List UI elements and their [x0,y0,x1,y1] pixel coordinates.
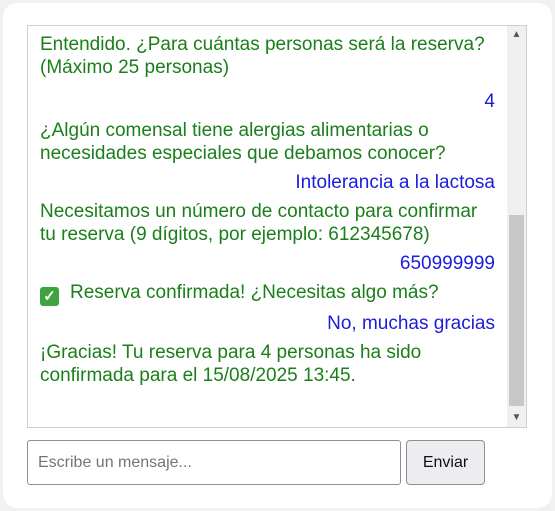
scrollbar[interactable]: ▲ ▼ [507,26,526,427]
bot-message-confirmation: ✓ Reserva confirmada! ¿Necesitas algo más… [40,281,495,306]
bot-message: ¿Algún comensal tiene alergias alimentar… [40,120,446,164]
user-message: Intolerancia a la lactosa [295,172,495,193]
bot-message: ¡Gracias! Tu reserva para 4 personas ha … [40,342,422,386]
send-button[interactable]: Enviar [406,440,485,485]
scroll-up-arrow-icon[interactable]: ▲ [507,26,526,44]
message-input[interactable] [27,440,401,485]
scroll-down-arrow-icon[interactable]: ▼ [507,409,526,427]
user-message: 650999999 [399,253,495,274]
user-message: 4 [484,91,495,112]
scroll-thumb[interactable] [509,215,524,406]
check-mark-icon: ✓ [40,287,59,306]
bot-message: Necesitamos un número de contacto para c… [40,201,478,245]
user-message: No, muchas gracias [327,313,495,334]
chat-history[interactable]: Entendido. ¿Para cuántas personas será l… [27,25,527,428]
message-list: Entendido. ¿Para cuántas personas será l… [40,33,495,393]
bot-message-text: Reserva confirmada! ¿Necesitas algo más? [70,282,439,303]
bot-message: Entendido. ¿Para cuántas personas será l… [40,34,485,78]
